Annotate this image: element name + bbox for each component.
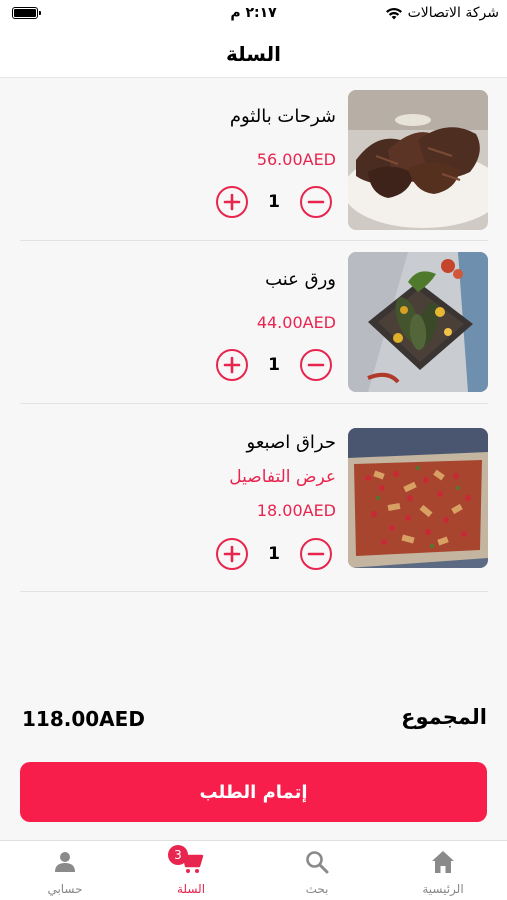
item-name: ورق عنب [265,269,336,290]
tab-label: الرئيسية [422,882,464,896]
quantity-stepper: 1 [216,185,332,219]
quantity-value: 1 [268,355,280,375]
page-header: السلة [0,30,507,78]
decrease-quantity-button[interactable] [300,186,332,218]
tab-label: السلة [176,882,206,896]
tab-bar: حسابي 3 السلة بحث الرئيسية [0,840,507,900]
plus-icon [223,193,241,211]
cart-screen: ٢:١٧ م شركة الاتصالات السلة شرحات بالثوم… [0,0,507,900]
status-bar: ٢:١٧ م شركة الاتصالات [0,0,507,30]
total-label: المجموع [401,705,487,729]
garlic-steak-photo[interactable] [348,90,488,230]
tab-search[interactable]: بحث [254,841,380,900]
carrier-name: شركة الاتصالات [407,5,499,21]
page-title: السلة [225,41,281,66]
order-total: 118.00AED المجموع [20,705,487,735]
quantity-value: 1 [268,192,280,212]
item-price: 56.00AED [256,150,336,169]
harak-osbao-photo[interactable] [348,428,488,568]
quantity-value: 1 [268,544,280,564]
plus-icon [223,356,241,374]
plus-icon [223,545,241,563]
cart-item: ورق عنب 44.00AED 1 [20,242,488,404]
grape-leaves-photo[interactable] [348,252,488,392]
minus-icon [307,552,325,556]
wifi-icon [385,7,402,20]
person-icon [52,849,78,875]
cart-count-badge: 3 [168,845,188,865]
tab-account[interactable]: حسابي [2,841,128,900]
item-name: شرحات بالثوم [229,106,336,127]
checkout-button[interactable]: إتمام الطلب [20,762,487,822]
quantity-stepper: 1 [216,348,332,382]
item-price: 18.00AED [256,501,336,520]
minus-icon [307,200,325,204]
tab-label: بحث [305,882,329,896]
tab-cart[interactable]: 3 السلة [128,841,254,900]
cart-item: حراق اصبعو عرض التفاصيل 18.00AED 1 [20,405,488,592]
tab-home[interactable]: الرئيسية [380,841,506,900]
search-icon [304,849,330,875]
increase-quantity-button[interactable] [216,186,248,218]
decrease-quantity-button[interactable] [300,349,332,381]
view-details-link[interactable]: عرض التفاصيل [229,467,336,487]
total-value: 118.00AED [22,707,145,731]
item-price: 44.00AED [256,313,336,332]
increase-quantity-button[interactable] [216,538,248,570]
increase-quantity-button[interactable] [216,349,248,381]
minus-icon [307,363,325,367]
tab-label: حسابي [47,882,83,896]
home-icon [430,849,456,875]
quantity-stepper: 1 [216,537,332,571]
cart-icon: 3 [168,845,204,875]
item-name: حراق اصبعو [246,432,336,453]
decrease-quantity-button[interactable] [300,538,332,570]
status-carrier: شركة الاتصالات [385,5,499,21]
cart-item: شرحات بالثوم 56.00AED 1 [20,80,488,241]
